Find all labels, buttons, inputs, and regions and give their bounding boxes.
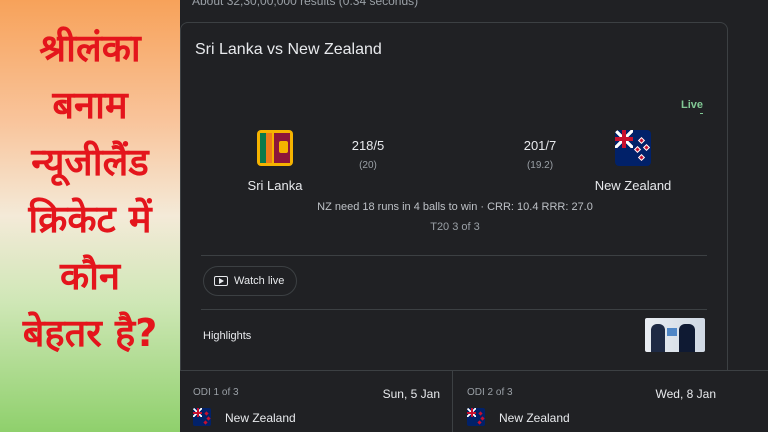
sri-lanka-flag-icon [257,130,293,166]
upcoming-match-card[interactable]: ODI 1 of 3 Sun, 5 Jan New Zealand [180,371,453,432]
highlights-label[interactable]: Highlights [203,330,251,342]
headline-line: श्रीलंका [39,26,141,70]
match-title[interactable]: Sri Lanka vs New Zealand [195,41,382,59]
live-badge: Live [680,99,703,111]
headline-line: क्रिकेट में [28,197,152,241]
match-label: ODI 1 of 3 [193,387,239,398]
team2-score: 201/7 [523,138,557,153]
headline-line: कौन [59,254,121,298]
play-icon [214,276,228,286]
divider [201,309,707,310]
series-info: T20 3 of 3 [430,221,480,233]
new-zealand-flag-icon [615,130,651,166]
upcoming-match-card[interactable]: ODI 2 of 3 Wed, 8 Jan New Zealand [454,371,728,432]
match-date: Wed, 8 Jan [655,387,716,401]
live-indicator [700,113,703,114]
match-team: New Zealand [499,411,570,425]
upcoming-matches: ODI 1 of 3 Sun, 5 Jan New Zealand ODI 2 … [180,370,768,432]
team1-score: 218/5 [351,138,385,153]
match-date: Sun, 5 Jan [382,387,440,401]
watch-live-label: Watch live [234,275,285,287]
divider [201,255,707,256]
match-situation: NZ need 18 runs in 4 balls to win · CRR:… [317,201,593,213]
match-team: New Zealand [225,411,296,425]
team1-name[interactable]: Sri Lanka [239,178,311,193]
watch-live-button[interactable]: Watch live [203,266,298,296]
headline-line: न्यूजीलैंड [31,140,149,184]
new-zealand-flag-icon [467,408,485,426]
highlights-thumbnail[interactable] [645,318,705,352]
team1-overs: (20) [359,160,377,171]
search-results-page: About 32,30,00,000 results (0.34 seconds… [180,0,768,432]
headline-line: बनाम [52,83,128,127]
team2-overs: (19.2) [526,160,554,171]
new-zealand-flag-icon [193,408,211,426]
team2-name[interactable]: New Zealand [589,178,677,193]
headline-banner: श्रीलंका बनाम न्यूजीलैंड क्रिकेट में कौन… [0,0,180,432]
results-count: About 32,30,00,000 results (0.34 seconds… [192,0,419,8]
headline-line: बेहतर है? [22,311,158,355]
match-label: ODI 2 of 3 [467,387,513,398]
